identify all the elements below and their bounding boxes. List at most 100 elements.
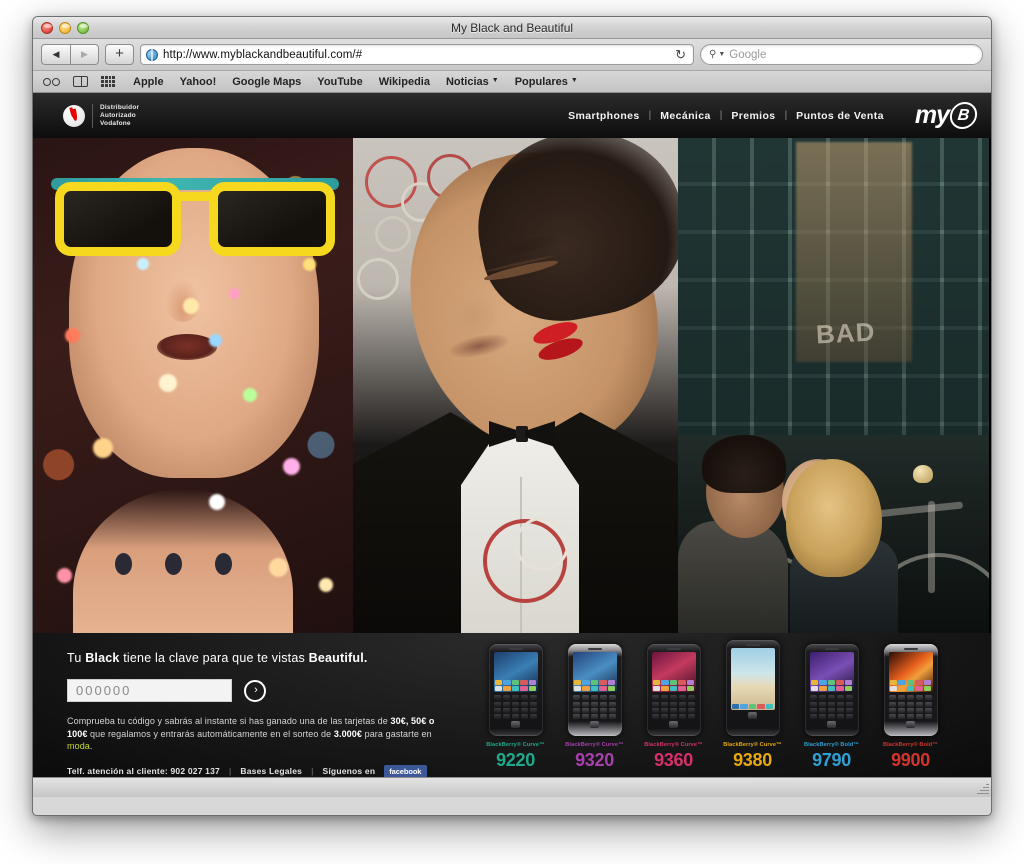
bookmarks-book-icon[interactable] (73, 76, 88, 87)
bookmark-label: Google Maps (232, 75, 302, 88)
browser-window: My Black and Beautiful ◀ ▶ + http://www.… (32, 16, 992, 816)
phone-item-9380[interactable]: BlackBerry® Curve™ 9380 (718, 640, 788, 769)
phone-trackpad (590, 721, 599, 729)
phone-device (646, 644, 701, 737)
phone-brand: BlackBerry® Curve™ (565, 742, 624, 749)
code-entry-row: 000000 › (67, 679, 453, 702)
promo-strip: Tu Black tiene la clave para que te vist… (33, 633, 991, 777)
bookmark-label: Noticias (445, 75, 489, 88)
bookmark-label: Apple (133, 75, 164, 88)
hero-image-kissing-couple[interactable]: BAD (678, 138, 989, 633)
promo-body-end: . (89, 741, 93, 751)
promo-body-moda-link[interactable]: moda (67, 741, 90, 751)
bookmark-yahoo[interactable]: Yahoo! (180, 76, 217, 88)
bookmark-noticias[interactable]: Noticias ▼ (446, 76, 499, 88)
promo-heading-beautiful: Beautiful. (308, 651, 368, 665)
address-bar-url: http://www.myblackandbeautiful.com/# (163, 48, 363, 61)
site-header: Distribuidor Autorizado Vodafone Smartph… (33, 93, 991, 138)
promo-footer: Telf. atención al cliente: 902 027 137 |… (67, 764, 453, 777)
phone-device (488, 644, 543, 737)
graffiti-text: BAD (815, 316, 877, 350)
phone-brand: BlackBerry® Bold™ (804, 742, 859, 749)
phone-trackpad (748, 712, 757, 720)
submit-code-button[interactable]: › (244, 679, 266, 702)
phone-label: BlackBerry® Bold™ 9900 (883, 743, 938, 769)
nav-item-puntos-de-venta[interactable]: Puntos de Venta (796, 110, 884, 122)
window-resize-grip[interactable] (975, 782, 989, 796)
nav-separator: | (784, 110, 788, 121)
myb-logo[interactable]: my B (914, 101, 979, 129)
reading-list-glasses-icon[interactable] (43, 77, 60, 86)
hero-image-confetti-girl[interactable] (33, 138, 353, 633)
phone-device (567, 644, 622, 737)
phone-trackpad (511, 721, 520, 729)
phone-lineup: BlackBerry® Curve™ 9220 BlackBerry® Curv… (453, 633, 991, 777)
phone-item-9220[interactable]: BlackBerry® Curve™ 9220 (481, 644, 551, 769)
bow-tie (489, 421, 555, 447)
back-button[interactable]: ◀ (41, 44, 70, 65)
nav-separator: | (719, 110, 723, 121)
bookmarks-bar: Apple Yahoo! Google Maps YouTube Wikiped… (33, 71, 991, 93)
forward-button[interactable]: ▶ (70, 44, 99, 65)
phone-label: BlackBerry® Curve™ 9380 (723, 743, 781, 769)
myb-logo-b: B (948, 102, 979, 129)
phone-screen (651, 652, 696, 693)
bookmark-youtube[interactable]: YouTube (317, 76, 362, 88)
footer-separator: | (228, 766, 232, 776)
reload-icon[interactable]: ↻ (675, 47, 688, 63)
bicycle-bell (913, 465, 933, 483)
address-bar[interactable]: http://www.myblackandbeautiful.com/# ↻ (140, 44, 694, 65)
phone-item-9360[interactable]: BlackBerry® Curve™ 9360 (639, 644, 709, 769)
nav-item-premios[interactable]: Premios (731, 110, 775, 122)
facebook-link[interactable]: facebook (384, 764, 428, 777)
nav-item-mecanica[interactable]: Mecánica (660, 110, 710, 122)
phone-screen (730, 648, 775, 711)
myb-logo-my: my (914, 101, 950, 129)
top-sites-grid-icon[interactable] (101, 76, 115, 87)
bicycle-frame (928, 501, 935, 593)
promo-body-2: que regalamos y entrarás automáticamente… (87, 728, 334, 739)
phone-brand: BlackBerry® Curve™ (644, 742, 703, 749)
bookmark-label: Populares (514, 75, 568, 88)
brand-line-1: Distribuidor (100, 103, 140, 111)
bookmark-google-maps[interactable]: Google Maps (232, 76, 301, 88)
customer-phone-number: 902 027 137 (170, 766, 220, 776)
girl-lips (157, 334, 217, 360)
girl-hand (73, 489, 293, 633)
nav-item-smartphones[interactable]: Smartphones (568, 110, 640, 122)
phone-trackpad (669, 721, 678, 729)
search-engine-chevron-down-icon[interactable]: ▼ (718, 51, 725, 58)
promo-heading-pre: Tu (67, 651, 86, 665)
bookmark-populares[interactable]: Populares ▼ (515, 76, 578, 88)
phone-model: 9900 (891, 750, 930, 770)
bookmark-wikipedia[interactable]: Wikipedia (379, 76, 430, 88)
phone-item-9790[interactable]: BlackBerry® Bold™ 9790 (797, 644, 867, 769)
phone-screen (572, 652, 617, 693)
phone-model: 9360 (654, 750, 693, 770)
phone-brand: BlackBerry® Curve™ (486, 742, 545, 749)
phone-keyboard (809, 695, 854, 720)
bookmark-label: Wikipedia (378, 75, 430, 88)
phone-label: BlackBerry® Bold™ 9790 (804, 743, 859, 769)
phone-item-9320[interactable]: BlackBerry® Curve™ 9320 (560, 644, 630, 769)
phone-item-9900[interactable]: BlackBerry® Bold™ 9900 (876, 644, 946, 769)
legal-terms-link[interactable]: Bases Legales (240, 766, 302, 776)
phone-device (725, 640, 780, 737)
yellow-sunglasses (51, 178, 339, 260)
brand-text: Distribuidor Autorizado Vodafone (92, 103, 140, 128)
browser-status-bar (33, 777, 991, 797)
nav-buttons: ◀ ▶ (41, 44, 99, 65)
new-tab-button[interactable]: + (105, 44, 134, 65)
woman-hair (786, 459, 882, 577)
bookmark-apple[interactable]: Apple (133, 76, 164, 88)
phone-screen (493, 652, 538, 693)
promo-description: Comprueba tu código y sabrás al instante… (67, 715, 439, 753)
brand-line-3: Vodafone (100, 119, 131, 127)
hero-image-tuxedo-man[interactable] (353, 138, 678, 633)
vodafone-brand[interactable]: Distribuidor Autorizado Vodafone (63, 103, 140, 128)
man-nose (445, 290, 495, 338)
bookmarks-bar-icons (43, 76, 115, 87)
search-field[interactable]: ⚲ ▼ Google (700, 44, 983, 65)
nav-separator: | (648, 110, 652, 121)
code-input[interactable]: 000000 (67, 679, 232, 702)
